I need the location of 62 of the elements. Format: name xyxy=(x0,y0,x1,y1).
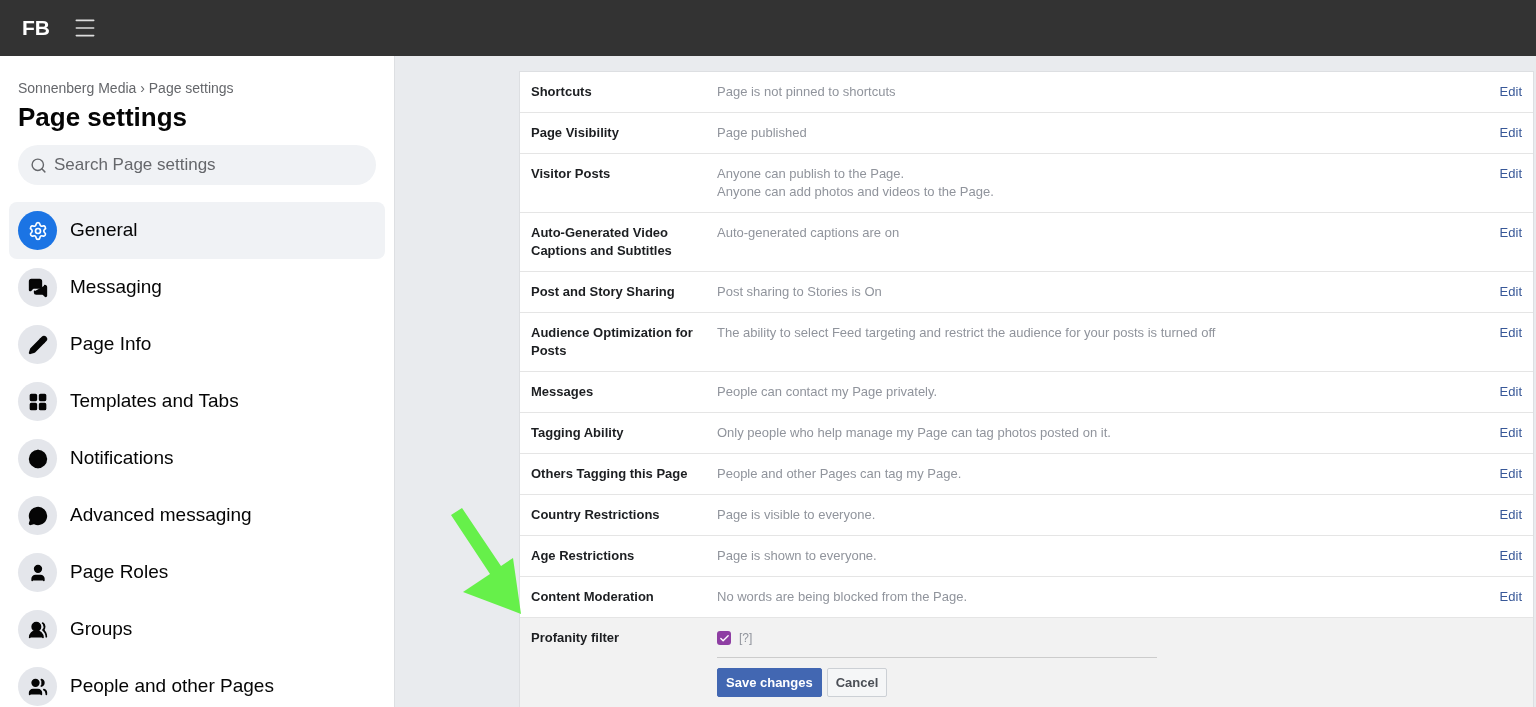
gear-icon xyxy=(18,211,57,250)
chat-bubble-icon xyxy=(18,496,57,535)
sidebar-item[interactable]: Page Info xyxy=(9,316,385,373)
person-icon xyxy=(18,553,57,592)
setting-description: Page published xyxy=(717,124,808,142)
edit-link[interactable]: Edit xyxy=(1499,506,1522,524)
setting-name: Page Visibility xyxy=(531,124,620,142)
setting-name: Tagging Ability xyxy=(531,424,625,442)
setting-name: Post and Story Sharing xyxy=(531,283,676,301)
edit-link[interactable]: Edit xyxy=(1499,283,1522,301)
group-icon xyxy=(18,610,57,649)
setting-description: People and other Pages can tag my Page. xyxy=(717,465,963,483)
sidebar-item[interactable]: Groups xyxy=(9,601,385,658)
setting-name: Visitor Posts xyxy=(531,165,612,183)
edit-link[interactable]: Edit xyxy=(1499,324,1522,342)
setting-name: Auto-Generated Video Captions and Subtitles xyxy=(531,224,673,260)
pencil-icon xyxy=(18,325,57,364)
setting-description: Anyone can add photos and videos to the Page. xyxy=(717,183,995,201)
setting-name: Profanity filter xyxy=(531,629,621,647)
edit-link[interactable]: Edit xyxy=(1499,224,1522,242)
sidebar-item[interactable]: People and other Pages xyxy=(9,658,385,707)
setting-name: Messages xyxy=(531,383,595,401)
setting-name: Age Restrictions xyxy=(531,547,636,565)
setting-name: Audience Optimization for Posts xyxy=(531,324,694,360)
setting-description: The ability to select Feed targeting and restrict the audience for your posts is turned off xyxy=(717,324,1217,342)
grid-icon xyxy=(18,382,57,421)
search-icon xyxy=(30,157,47,174)
breadcrumb: Sonnenberg Media › Page settings xyxy=(17,79,235,98)
setting-description: Page is not pinned to shortcuts xyxy=(717,83,897,101)
edit-link[interactable]: Edit xyxy=(1499,424,1522,442)
edit-link[interactable]: Edit xyxy=(1499,124,1522,142)
setting-description: No words are being blocked from the Page. xyxy=(717,588,969,606)
save-button[interactable]: Save changes xyxy=(717,668,822,697)
edit-link[interactable]: Edit xyxy=(1499,383,1522,401)
setting-description: Only people who help manage my Page can tag photos posted on it. xyxy=(717,424,1112,442)
sidebar-item[interactable]: Advanced messaging xyxy=(9,487,385,544)
edit-link[interactable]: Edit xyxy=(1499,165,1522,183)
sidebar-item[interactable]: Notifications xyxy=(9,430,385,487)
setting-description: Page is visible to everyone. xyxy=(717,506,877,524)
logo[interactable]: FB xyxy=(22,12,50,44)
edit-link[interactable]: Edit xyxy=(1499,588,1522,606)
cancel-button[interactable]: Cancel xyxy=(826,668,888,697)
setting-name: Content Moderation xyxy=(531,588,655,606)
chat-bubbles-icon xyxy=(18,268,57,307)
sidebar-item[interactable]: General xyxy=(9,202,385,259)
edit-link[interactable]: Edit xyxy=(1499,465,1522,483)
sidebar-item[interactable]: Messaging xyxy=(9,259,385,316)
sidebar-item[interactable]: Page Roles xyxy=(9,544,385,601)
setting-name: Country Restrictions xyxy=(531,506,661,524)
setting-description: Anyone can publish to the Page. xyxy=(717,165,906,183)
checkbox[interactable] xyxy=(717,631,731,645)
edit-link[interactable]: Edit xyxy=(1499,547,1522,565)
setting-name: Shortcuts xyxy=(531,83,593,101)
setting-description: People can contact my Page privately. xyxy=(717,383,939,401)
setting-name: Others Tagging this Page xyxy=(531,465,689,483)
setting-description: Page is shown to everyone. xyxy=(717,547,878,565)
sidebar-item[interactable]: Templates and Tabs xyxy=(9,373,385,430)
edit-link[interactable]: Edit xyxy=(1499,83,1522,101)
search-field[interactable]: Search Page settings xyxy=(18,145,376,185)
page-title: Page settings xyxy=(17,101,189,133)
setting-description: Auto-generated captions are on xyxy=(717,224,901,242)
setting-description: Post sharing to Stories is On xyxy=(717,283,883,301)
